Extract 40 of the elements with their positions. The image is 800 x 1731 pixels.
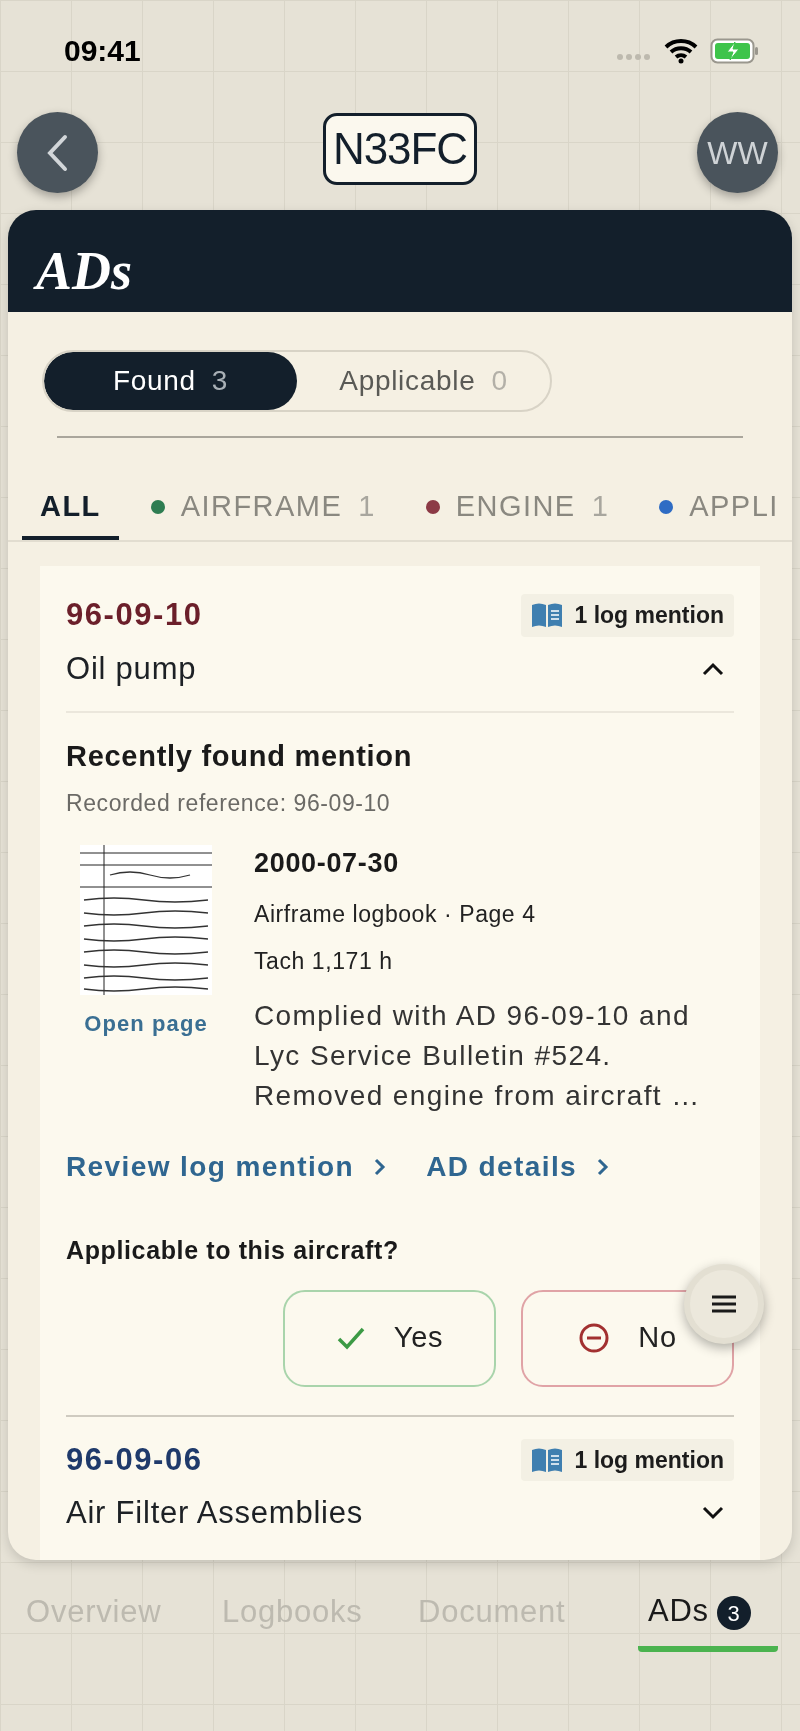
status-time: 09:41 <box>64 33 141 69</box>
recorded-reference: Recorded reference: 96-09-10 <box>66 789 392 818</box>
ad-title: Oil pump <box>66 649 197 688</box>
category-tab[interactable]: ENGINE 1 <box>407 478 628 540</box>
chevron-right-icon <box>374 1157 387 1177</box>
log-mention-badge: 1 log mention <box>520 594 734 637</box>
detail-link[interactable]: AD details <box>426 1146 610 1188</box>
count-badge: 3 <box>716 1596 751 1630</box>
ad-number: 96-09-06 <box>66 1440 203 1479</box>
category-tab[interactable]: APPLI <box>641 478 792 540</box>
category-tab[interactable]: AIRFRAME 1 <box>132 478 394 540</box>
segment-tab[interactable]: Applicable 0 <box>297 352 550 410</box>
battery-charging-icon <box>710 37 760 64</box>
menu-icon <box>711 1294 737 1313</box>
entry-date: 2000-07-30 <box>254 846 400 880</box>
log-mention-badge: 1 log mention <box>520 1438 734 1481</box>
signal-icon <box>616 51 652 62</box>
entry-note: Complied with AD 96-09-10 and Lyc Service Bulletin #524. Removed engine from aircraft … <box>254 999 702 1113</box>
ad-title: Air Filter Assemblies <box>66 1494 364 1532</box>
book-icon <box>530 602 563 629</box>
avatar[interactable]: WW <box>697 112 778 193</box>
category-tab[interactable]: ALL <box>22 478 119 540</box>
minus-circle-icon <box>578 1322 611 1354</box>
segment-tab[interactable]: Found 3 <box>44 352 297 410</box>
open-page-link[interactable]: Open page <box>84 1006 208 1040</box>
wifi-icon <box>664 37 698 64</box>
entry-source: Airframe logbook · Page 4 <box>254 900 537 929</box>
section-heading: Recently found mention <box>66 738 414 774</box>
aircraft-tail-number: N33FC <box>323 112 477 185</box>
yes-button[interactable]: Yes <box>283 1289 496 1387</box>
detail-link[interactable]: Review log mention <box>66 1146 387 1188</box>
book-icon <box>530 1446 563 1473</box>
entry-tach: Tach 1,171 h <box>254 946 394 976</box>
bottom-tab[interactable]: ADs 3 <box>638 1586 778 1652</box>
applicability-question: Applicable to this aircraft? <box>66 1235 400 1266</box>
check-icon <box>335 1326 366 1350</box>
menu-button[interactable] <box>684 1263 764 1344</box>
back-button[interactable] <box>17 112 98 193</box>
chevron-right-icon <box>597 1157 610 1177</box>
ad-number: 96-09-10 <box>66 596 203 634</box>
